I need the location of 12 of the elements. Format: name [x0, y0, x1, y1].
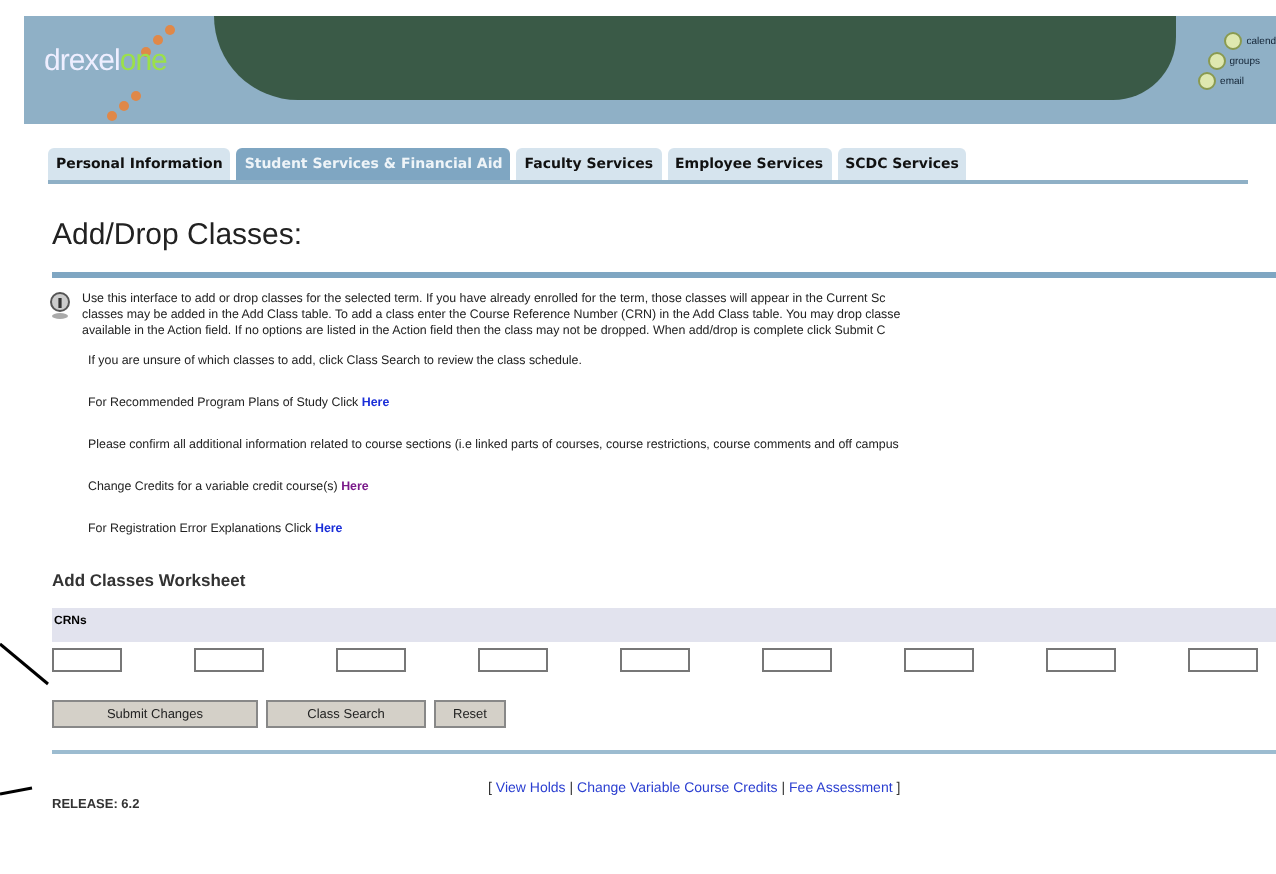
crn-field[interactable]	[478, 648, 548, 672]
info-icon	[48, 292, 72, 320]
crn-field[interactable]	[336, 648, 406, 672]
crn-field[interactable]	[1188, 648, 1258, 672]
crn-field[interactable]	[194, 648, 264, 672]
crn-field[interactable]	[620, 648, 690, 672]
crn-field[interactable]	[52, 648, 122, 672]
page-title: Add/Drop Classes:	[52, 218, 305, 252]
crn-field[interactable]	[1046, 648, 1116, 672]
section-title: Add Classes Worksheet	[52, 570, 248, 590]
crn-field[interactable]	[762, 648, 832, 672]
crn-field[interactable]	[904, 648, 974, 672]
